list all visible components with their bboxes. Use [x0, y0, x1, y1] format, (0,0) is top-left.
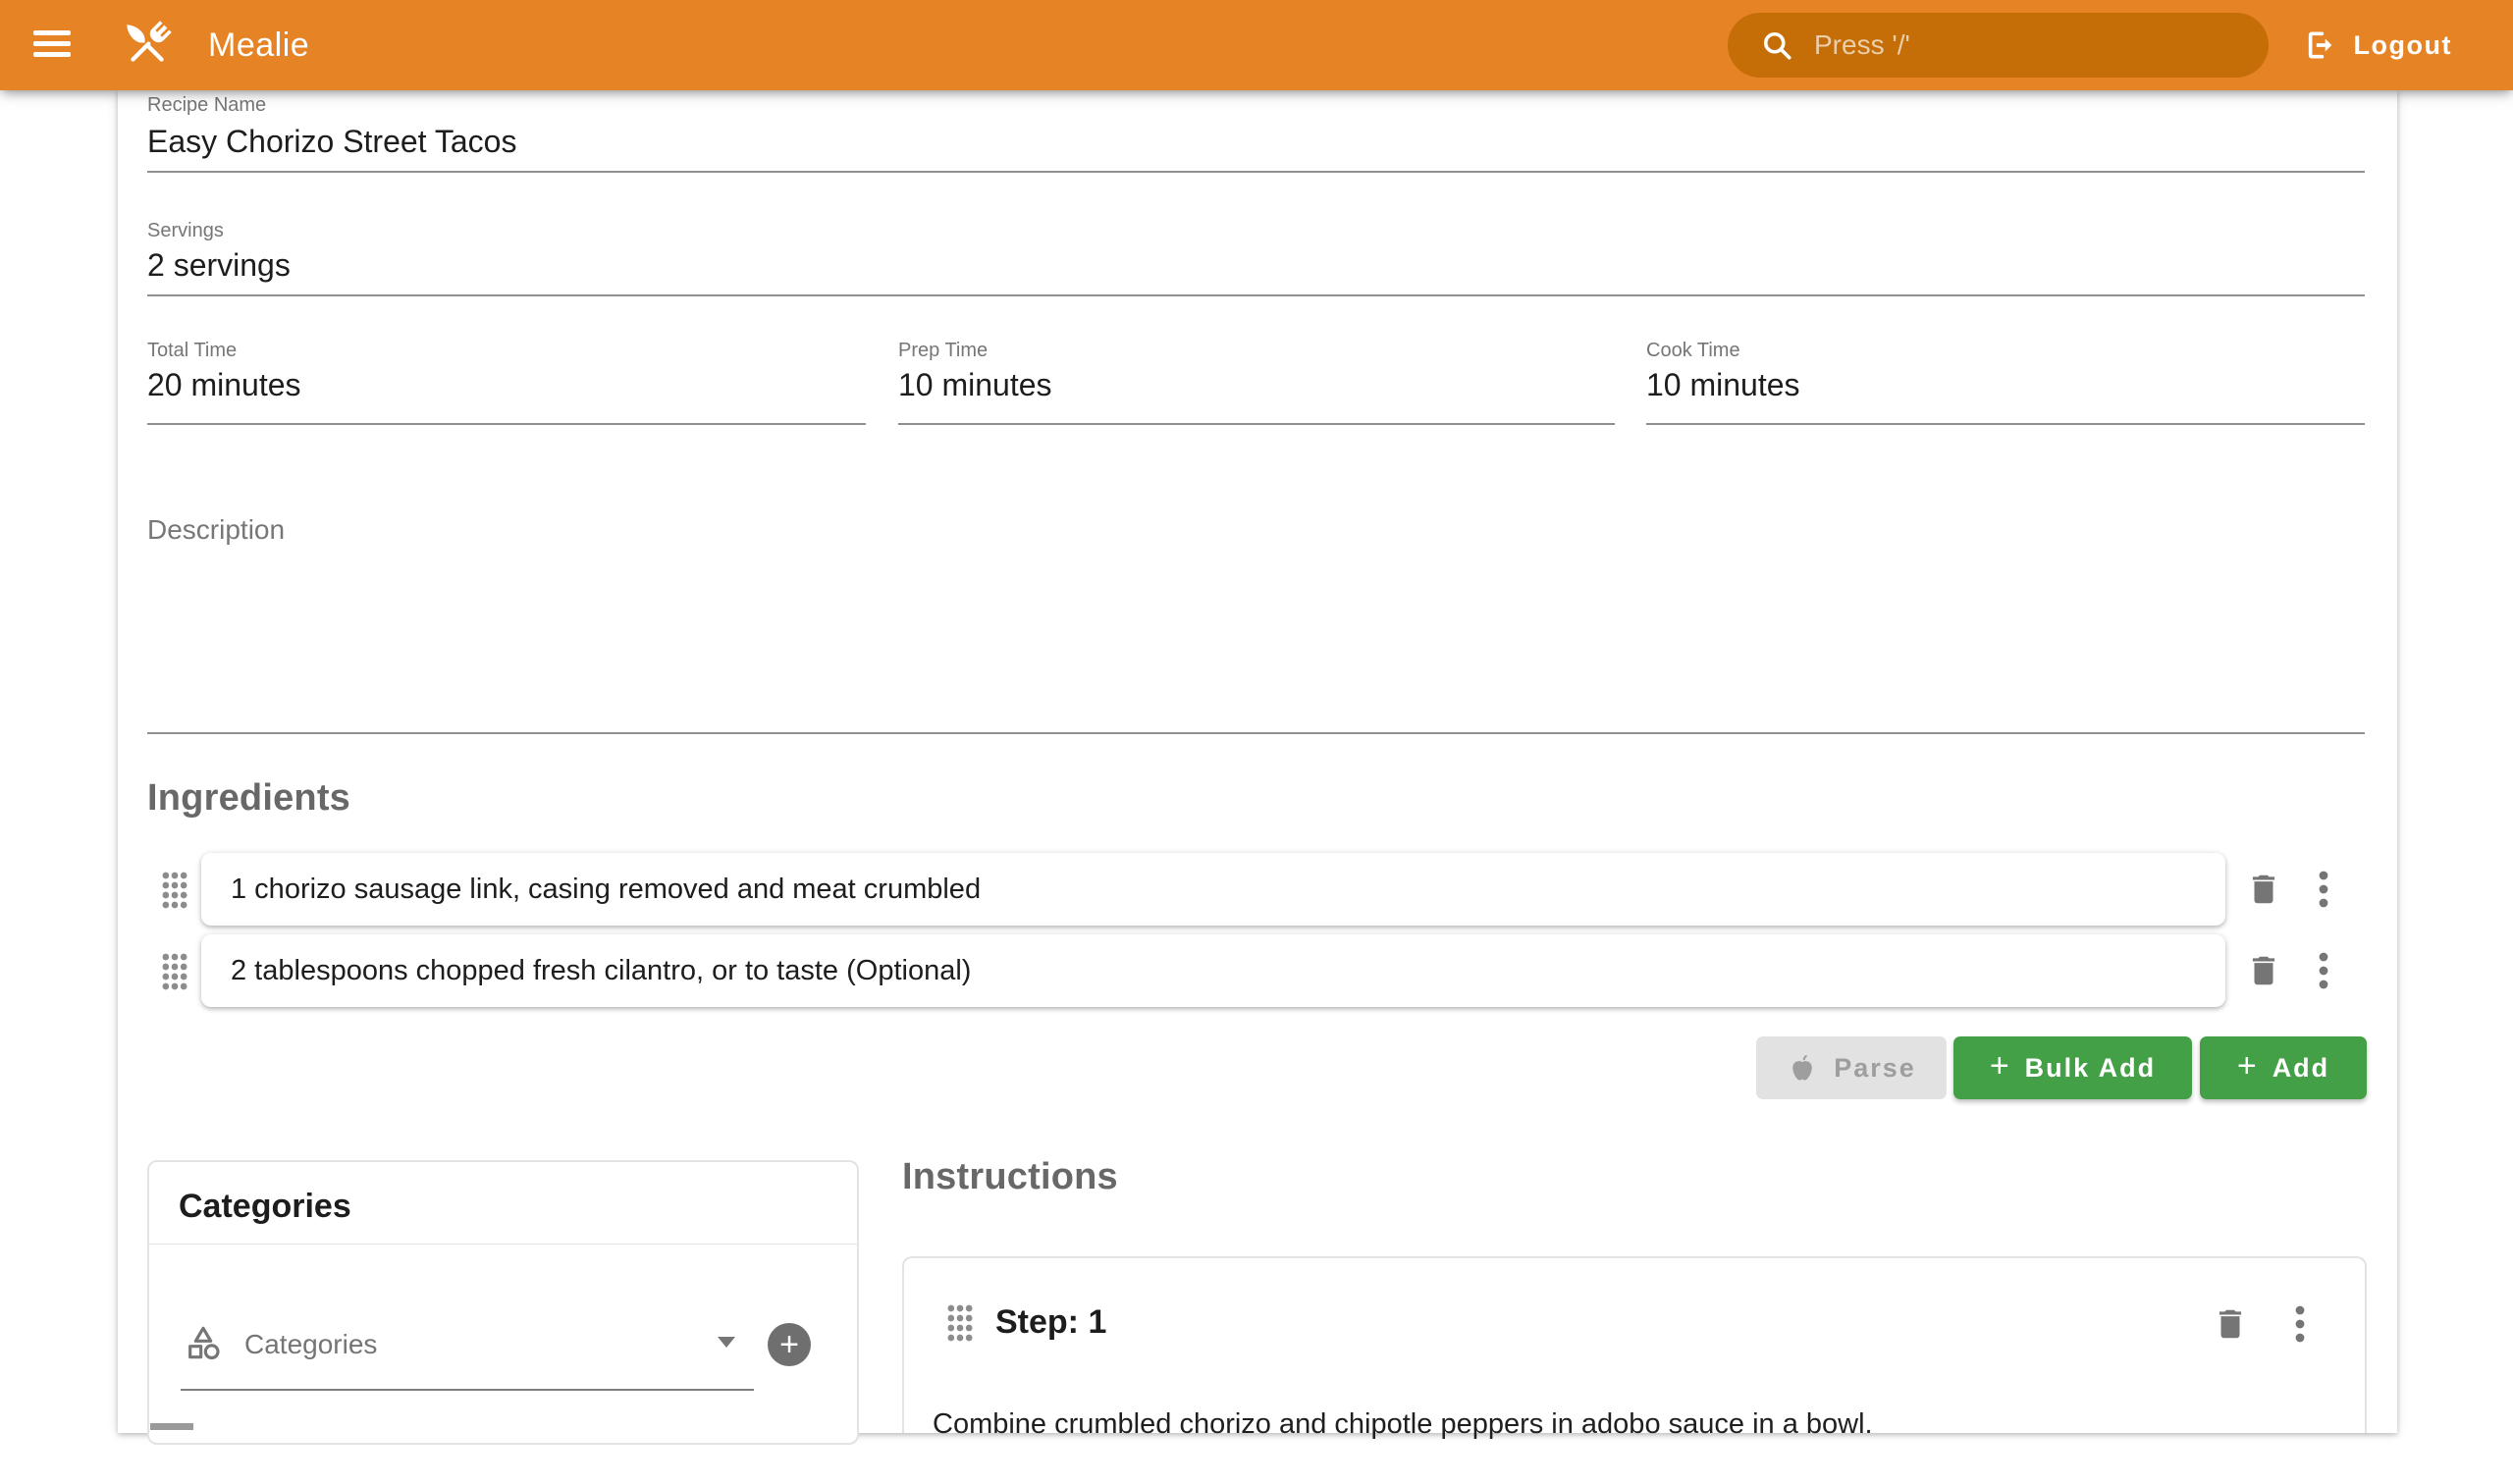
delete-icon[interactable] — [2245, 952, 2282, 989]
recipe-name-underline — [147, 171, 2365, 173]
servings-underline — [147, 294, 2365, 296]
bulk-add-label: Bulk Add — [2025, 1053, 2157, 1084]
drag-handle-icon[interactable] — [160, 952, 189, 996]
step-textarea[interactable] — [933, 1405, 2307, 1484]
logout-icon — [2301, 26, 2338, 64]
ingredient-card — [201, 853, 2225, 926]
kebab-menu-icon[interactable] — [2295, 1305, 2305, 1343]
servings-label: Servings — [147, 220, 224, 242]
ingredient-card — [201, 934, 2225, 1007]
add-category-button[interactable]: + — [768, 1323, 811, 1366]
search-input[interactable] — [1812, 28, 2189, 62]
delete-icon[interactable] — [2245, 871, 2282, 908]
menu-icon[interactable] — [33, 25, 77, 66]
plus-icon: + — [2237, 1047, 2257, 1086]
cook-time-underline — [1646, 423, 2365, 425]
prep-time-underline — [898, 423, 1615, 425]
categories-divider — [148, 1244, 858, 1245]
parse-button[interactable]: Parse — [1756, 1036, 1947, 1099]
description-label: Description — [147, 514, 285, 546]
parse-label: Parse — [1834, 1053, 1916, 1084]
logout-label: Logout — [2354, 30, 2452, 61]
instructions-heading: Instructions — [902, 1156, 1118, 1198]
kebab-menu-icon[interactable] — [2319, 952, 2328, 989]
plus-icon: + — [779, 1326, 799, 1364]
caret-down-icon[interactable] — [718, 1337, 735, 1348]
cook-time-input[interactable] — [1646, 367, 2365, 403]
search-bar[interactable] — [1728, 13, 2269, 78]
ingredients-heading: Ingredients — [147, 777, 350, 820]
app-title: Mealie — [208, 0, 309, 90]
delete-icon[interactable] — [2212, 1305, 2249, 1343]
kebab-menu-icon[interactable] — [2319, 871, 2328, 908]
add-label: Add — [2272, 1053, 2329, 1084]
plus-icon: + — [1990, 1047, 2009, 1086]
divider-fragment — [150, 1423, 193, 1430]
prep-time-input[interactable] — [898, 367, 1615, 403]
description-underline — [147, 732, 2365, 734]
prep-time-label: Prep Time — [898, 340, 988, 362]
total-time-underline — [147, 423, 866, 425]
shapes-icon — [184, 1323, 223, 1362]
recipe-name-input[interactable] — [147, 124, 2365, 160]
drag-handle-icon[interactable] — [945, 1303, 975, 1348]
search-icon — [1759, 27, 1794, 63]
recipe-name-label: Recipe Name — [147, 94, 266, 117]
apple-icon — [1787, 1052, 1818, 1084]
recipe-editor-page: Mealie Logout Recipe Name Servings Total… — [0, 0, 2513, 1433]
description-textarea[interactable] — [147, 559, 2365, 726]
ingredient-row — [0, 853, 2513, 926]
cook-time-label: Cook Time — [1646, 340, 1740, 362]
bulk-add-button[interactable]: + Bulk Add — [1953, 1036, 2192, 1099]
categories-select-underline — [181, 1389, 754, 1391]
servings-input[interactable] — [147, 247, 2365, 284]
categories-title: Categories — [179, 1188, 351, 1226]
logout-button[interactable]: Logout — [2301, 0, 2452, 90]
ingredient-input[interactable] — [229, 873, 2198, 907]
step-title: Step: 1 — [995, 1303, 1106, 1342]
categories-select-label: Categories — [244, 1329, 377, 1360]
total-time-label: Total Time — [147, 340, 237, 362]
ingredient-input[interactable] — [229, 954, 2198, 988]
drag-handle-icon[interactable] — [160, 871, 189, 915]
add-ingredient-button[interactable]: + Add — [2200, 1036, 2367, 1099]
silverware-logo-icon — [116, 14, 179, 77]
total-time-input[interactable] — [147, 367, 866, 403]
ingredient-row — [0, 934, 2513, 1007]
app-bar: Mealie Logout — [0, 0, 2513, 90]
